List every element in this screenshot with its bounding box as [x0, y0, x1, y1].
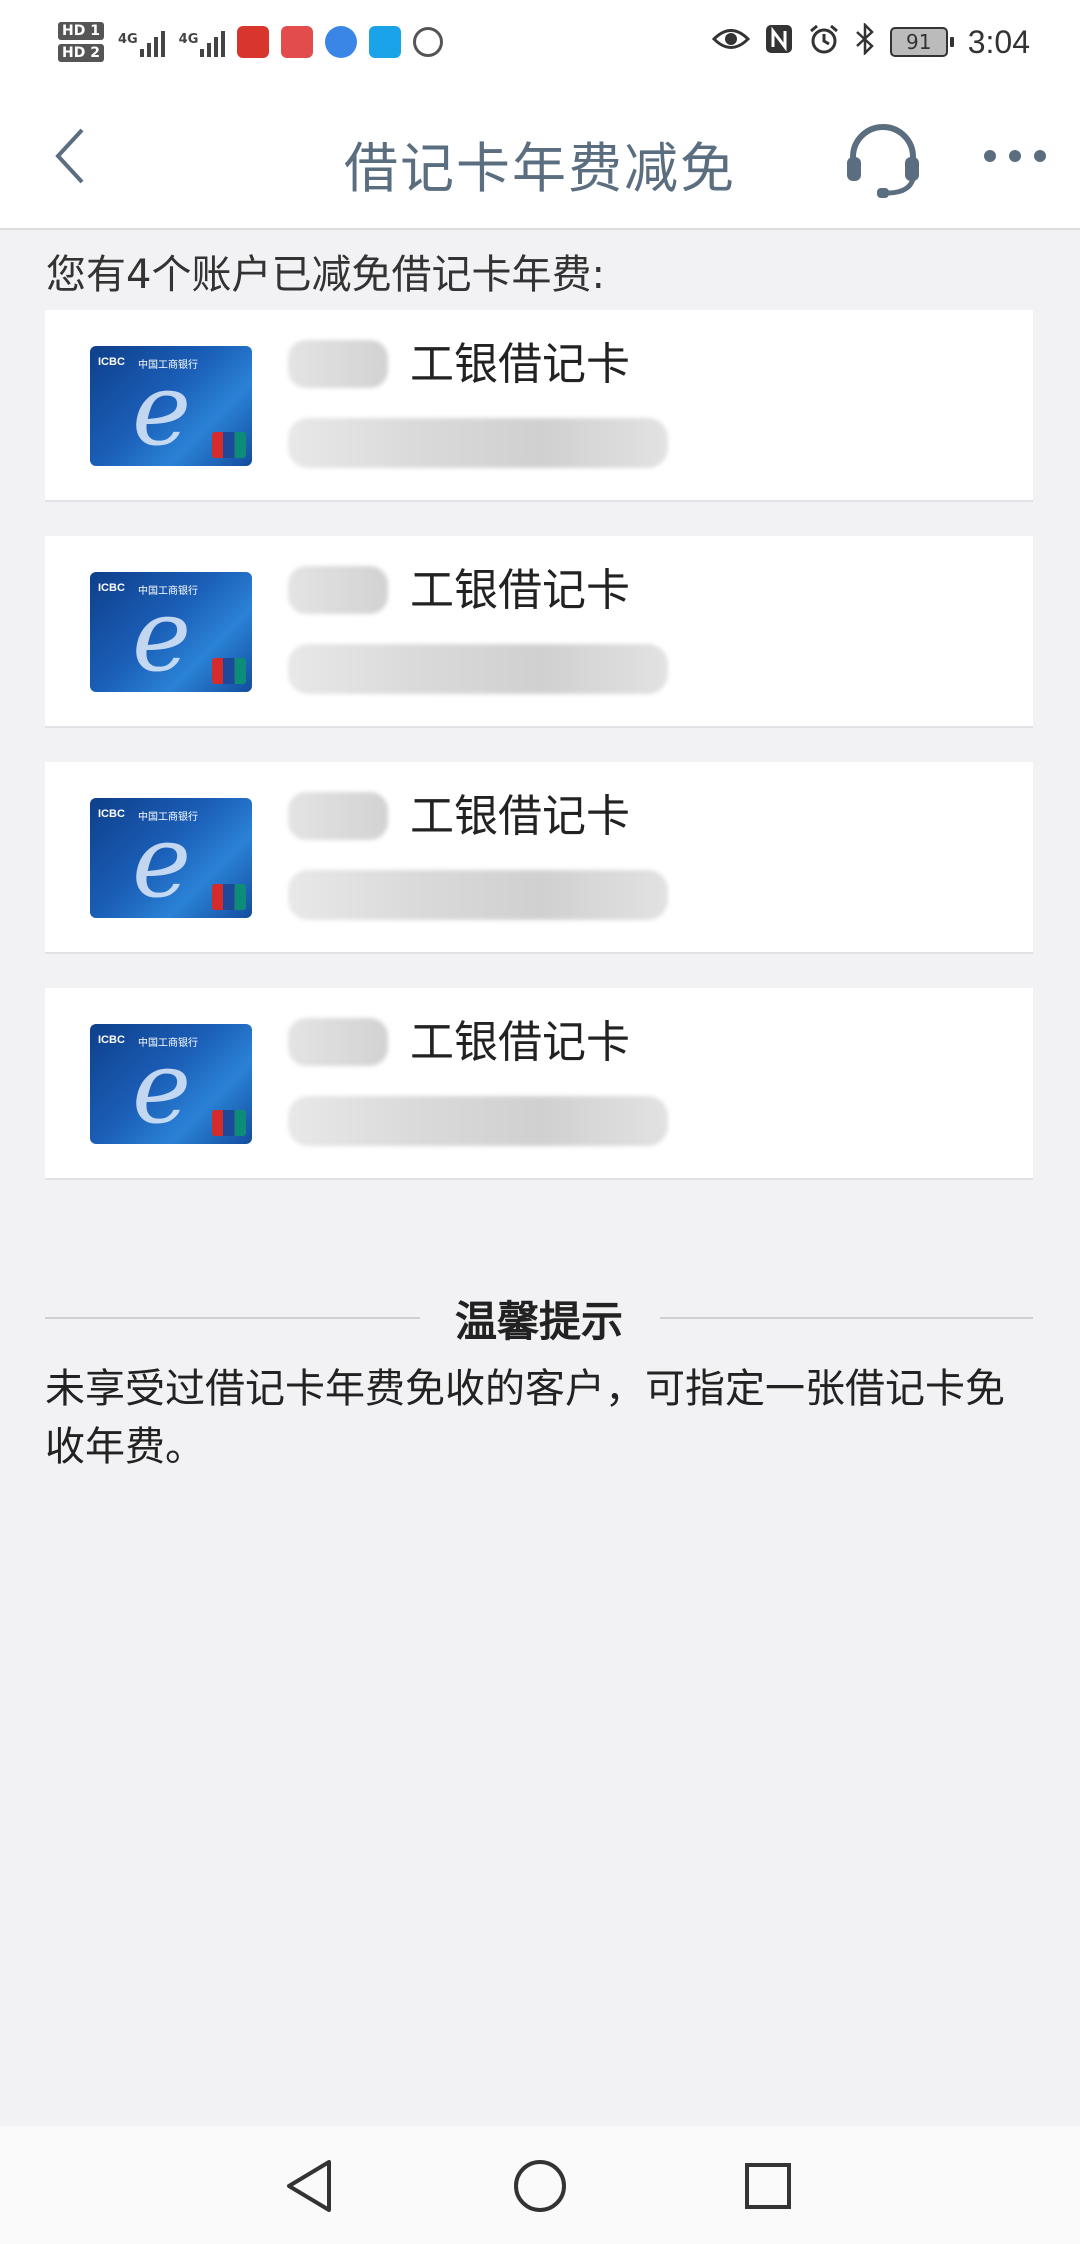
system-nav-bar: [0, 2126, 1080, 2244]
icbc-logo: ICBC: [98, 808, 125, 820]
e-card-mark-icon: e: [132, 1029, 192, 1144]
location-icon: [413, 27, 444, 57]
debit-card-image: ICBC 中国工商银行 e: [90, 798, 252, 918]
blurred-account-number: [288, 644, 668, 694]
blurred-account-number: [288, 870, 668, 920]
hd-indicators: HD 1 HD 2: [58, 22, 104, 62]
unionpay-icon: [212, 658, 246, 684]
headset-icon: [847, 124, 919, 198]
status-right: 91 3:04: [711, 14, 1030, 70]
card-name: 工银借记卡: [410, 339, 630, 390]
taobao-icon: [237, 26, 270, 58]
signal-bars-icon: [139, 27, 165, 57]
icbc-logo: ICBC: [98, 356, 125, 368]
unionpay-icon: [212, 884, 246, 910]
debit-card-image: ICBC 中国工商银行 e: [90, 572, 252, 692]
status-bar: HD 1 HD 2 4G 4G 91 3:04: [0, 0, 1080, 86]
nav-bar: 借记卡年费减免: [0, 86, 1080, 230]
triangle-back-icon: [287, 2160, 331, 2212]
signal-1: 4G: [118, 27, 165, 57]
blurred-account-name: [288, 340, 388, 388]
battery-level: 91: [889, 27, 948, 57]
unionpay-icon: [212, 1110, 246, 1136]
icbc-logo: ICBC: [98, 582, 125, 594]
notes-icon: [281, 26, 314, 58]
e-card-mark-icon: e: [132, 351, 192, 466]
search-app-icon: [369, 26, 402, 58]
clock: 3:04: [967, 23, 1030, 60]
card-row-2[interactable]: ICBC 中国工商银行 e 工银借记卡: [45, 536, 1033, 728]
more-dots-icon: [984, 150, 1046, 162]
blurred-account-number: [288, 418, 668, 468]
card-row-3[interactable]: ICBC 中国工商银行 e 工银借记卡: [45, 762, 1033, 954]
card-name: 工银借记卡: [410, 565, 630, 616]
icbc-logo: ICBC: [98, 1034, 125, 1046]
blurred-account-number: [288, 1096, 668, 1146]
more-button[interactable]: [970, 126, 1060, 186]
card-name: 工银借记卡: [410, 791, 630, 842]
browser-icon: [325, 26, 358, 58]
nfc-icon: [764, 23, 794, 61]
system-recents-button[interactable]: [738, 2156, 798, 2216]
tip-title: 温馨提示: [432, 1297, 645, 1346]
signal-2: 4G: [179, 27, 226, 57]
unionpay-icon: [212, 432, 246, 458]
card-row-1[interactable]: ICBC 中国工商银行 e 工银借记卡: [45, 310, 1033, 502]
alarm-icon: [808, 23, 840, 61]
hd2-indicator: HD 2: [58, 44, 104, 62]
tip-text: 未享受过借记卡年费免收的客户，可指定一张借记卡免收年费。: [45, 1366, 1005, 1470]
debit-card-image: ICBC 中国工商银行 e: [90, 346, 252, 466]
eye-icon: [711, 26, 750, 58]
network-type-1: 4G: [117, 32, 138, 47]
bluetooth-icon: [854, 21, 876, 61]
circle-home-icon: [514, 2160, 566, 2212]
customer-service-button[interactable]: [838, 114, 928, 204]
status-left: HD 1 HD 2 4G 4G: [58, 14, 444, 70]
network-type-2: 4G: [178, 32, 199, 47]
card-row-4[interactable]: ICBC 中国工商银行 e 工银借记卡: [45, 988, 1033, 1180]
blurred-account-name: [288, 792, 388, 840]
tip-title-wrap: 温馨提示: [45, 1288, 1033, 1349]
square-recents-icon: [745, 2163, 791, 2209]
blurred-account-name: [288, 566, 388, 614]
summary-text: 您有4个账户已减免借记卡年费:: [46, 252, 605, 298]
debit-card-image: ICBC 中国工商银行 e: [90, 1024, 252, 1144]
e-card-mark-icon: e: [132, 577, 192, 692]
system-back-button[interactable]: [280, 2156, 340, 2216]
e-card-mark-icon: e: [132, 803, 192, 918]
system-home-button[interactable]: [510, 2156, 570, 2216]
hd1-indicator: HD 1: [58, 22, 104, 40]
signal-bars-icon: [200, 27, 226, 57]
blurred-account-name: [288, 1018, 388, 1066]
card-name: 工银借记卡: [410, 1017, 630, 1068]
battery-icon: 91: [889, 27, 954, 57]
